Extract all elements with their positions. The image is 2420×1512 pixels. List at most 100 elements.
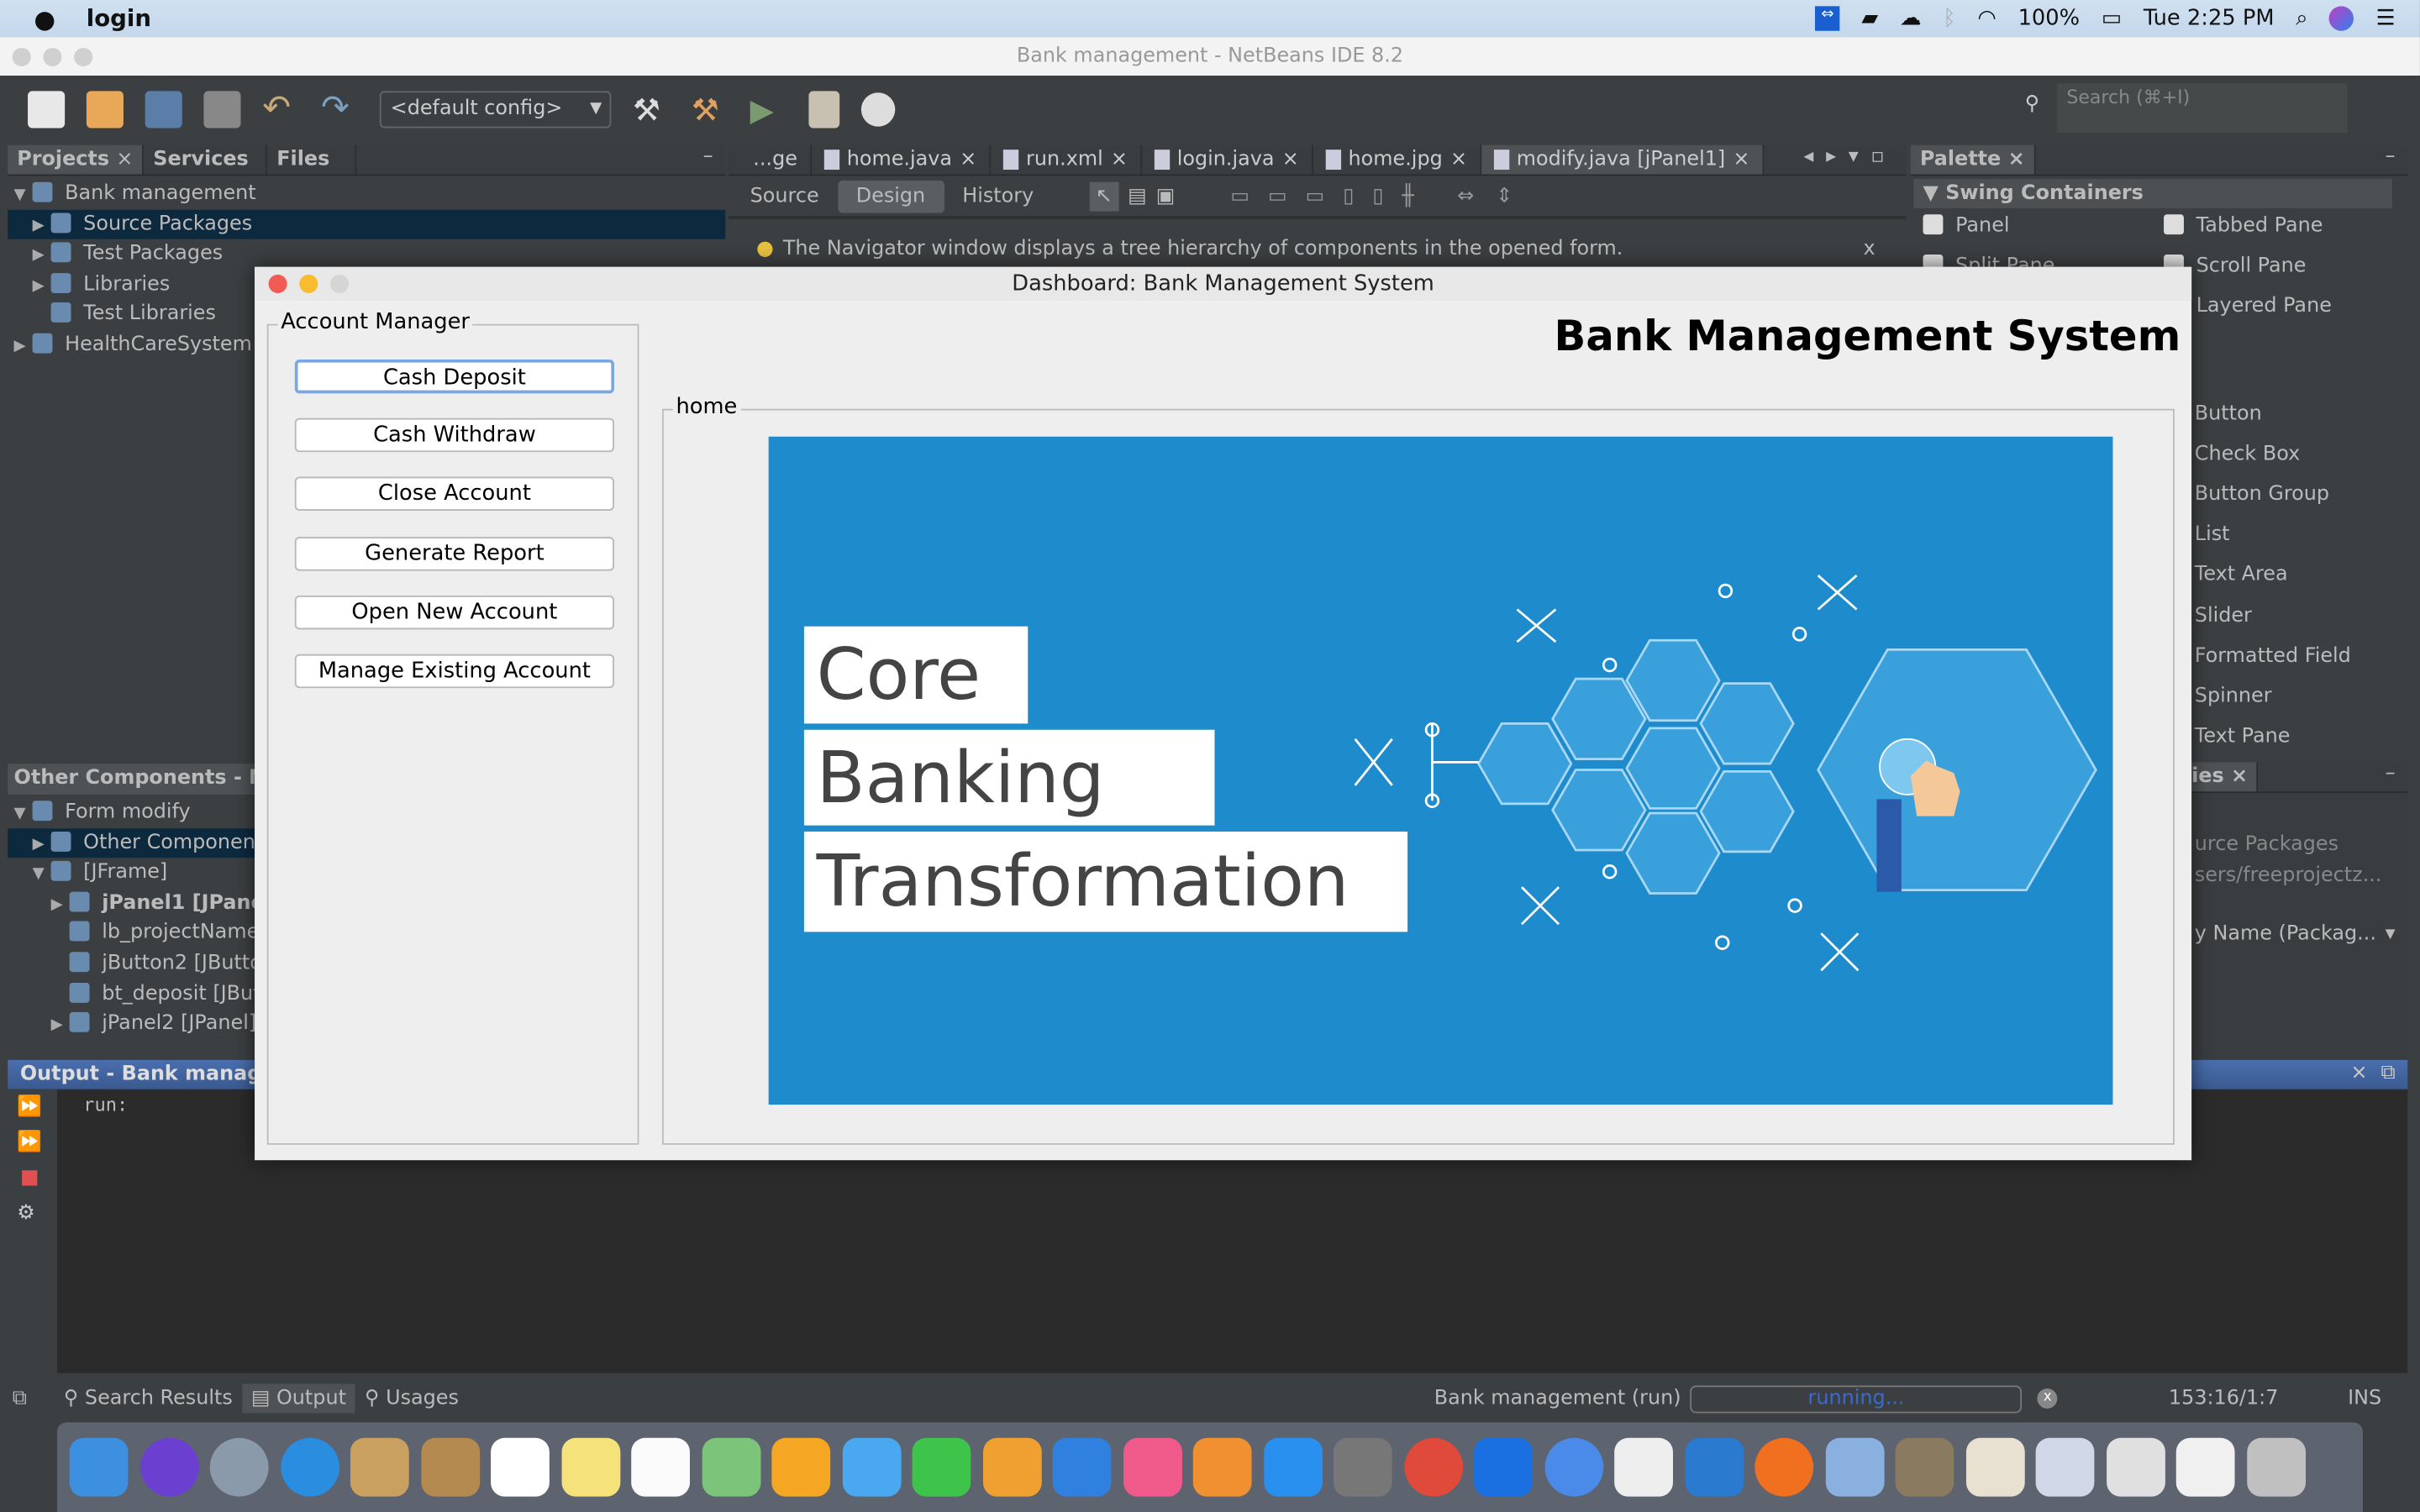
stop-icon[interactable]: ■ bbox=[8, 1160, 57, 1195]
dock-app-system-preferences[interactable] bbox=[1333, 1437, 1392, 1497]
tree-item[interactable]: ▶ Source Packages bbox=[8, 209, 726, 241]
notification-center-icon[interactable]: ☰ bbox=[2375, 6, 2395, 30]
cloud-upload-icon[interactable]: ☁ bbox=[1900, 6, 1922, 30]
clean-build-icon[interactable]: ⚒ bbox=[692, 91, 729, 128]
manage-existing-account-button[interactable]: Manage Existing Account bbox=[294, 654, 615, 689]
minimize-window-button[interactable] bbox=[43, 47, 62, 66]
dock-app-chromium[interactable] bbox=[1544, 1437, 1603, 1497]
battery-percent[interactable]: 100% bbox=[2018, 6, 2081, 30]
dock-app-facetime[interactable] bbox=[912, 1437, 971, 1497]
dock-app-chrome[interactable] bbox=[1403, 1437, 1463, 1497]
expand-arrow-icon[interactable]: ▶ bbox=[51, 890, 70, 920]
spotlight-icon[interactable]: ⌕ bbox=[2296, 6, 2307, 30]
open-project-icon[interactable] bbox=[145, 91, 182, 129]
apple-icon[interactable]: ● bbox=[34, 4, 55, 34]
tab-services[interactable]: Services bbox=[144, 144, 268, 175]
rerun-icon[interactable]: ⏩ bbox=[8, 1089, 57, 1125]
dock-app-gimp[interactable] bbox=[1895, 1437, 1954, 1497]
palette-item[interactable]: Text Area bbox=[2195, 564, 2288, 587]
dock-app-documents[interactable] bbox=[2175, 1437, 2235, 1497]
dock-app-contacts[interactable] bbox=[420, 1437, 480, 1497]
preview-icon[interactable]: ▣ bbox=[1156, 184, 1176, 207]
tab-output[interactable]: ▤ Output bbox=[241, 1383, 355, 1414]
palette-item[interactable]: Text Pane bbox=[2195, 725, 2291, 748]
rerun-with-params-icon[interactable]: ⏩ bbox=[8, 1125, 57, 1160]
editor-tab[interactable]: ...ge bbox=[741, 144, 812, 175]
dock-app-siri[interactable] bbox=[139, 1437, 199, 1497]
property-row[interactable]: sers/freeprojectz... bbox=[2195, 861, 2407, 892]
tab-search-results[interactable]: ⚲ Search Results bbox=[55, 1384, 242, 1414]
palette-item[interactable]: Panel bbox=[1923, 214, 2010, 238]
close-icon[interactable]: × bbox=[1282, 144, 1299, 176]
zoom-window-button[interactable] bbox=[74, 47, 93, 66]
dock-app-textedit[interactable] bbox=[1614, 1437, 1673, 1497]
tab-nav-icons[interactable]: ◂▸▾▫ bbox=[1803, 145, 1906, 175]
dock-app-maps[interactable] bbox=[701, 1437, 760, 1497]
tab-properties[interactable]: ies × bbox=[2182, 762, 2259, 792]
close-icon[interactable]: × bbox=[116, 148, 133, 171]
view-history[interactable]: History bbox=[953, 180, 1043, 213]
dock-app-launchpad[interactable] bbox=[209, 1437, 269, 1497]
close-icon[interactable]: × bbox=[960, 144, 976, 176]
minimize-window-button[interactable] bbox=[299, 274, 318, 293]
dock-app-mail[interactable] bbox=[350, 1437, 409, 1497]
palette-item[interactable]: Button bbox=[2195, 402, 2262, 426]
dock-app-photos[interactable] bbox=[771, 1437, 831, 1497]
editor-tab[interactable]: login.java × bbox=[1141, 144, 1313, 176]
teamviewer-icon[interactable]: ⇔ bbox=[1815, 6, 1840, 31]
palette-item[interactable]: Check Box bbox=[2195, 443, 2300, 466]
tree-item[interactable]: ▼ Bank management bbox=[8, 179, 725, 209]
minimize-icon[interactable]: – bbox=[2386, 762, 2408, 791]
dock-app-finder[interactable] bbox=[69, 1437, 129, 1497]
dock-app-reminders[interactable] bbox=[631, 1437, 691, 1497]
settings-icon[interactable]: ⚙ bbox=[8, 1195, 57, 1231]
editor-tab[interactable]: home.jpg × bbox=[1313, 144, 1481, 176]
siri-icon[interactable] bbox=[2329, 6, 2354, 31]
close-window-button[interactable] bbox=[12, 47, 31, 66]
open-new-account-button[interactable]: Open New Account bbox=[294, 595, 615, 630]
generate-report-button[interactable]: Generate Report bbox=[294, 536, 615, 570]
dock-app-messages[interactable] bbox=[841, 1437, 901, 1497]
close-hint-icon[interactable]: x bbox=[1863, 238, 1906, 261]
expand-arrow-icon[interactable]: ▶ bbox=[33, 211, 51, 241]
tab-usages[interactable]: ⚲ Usages bbox=[355, 1384, 468, 1414]
restore-icon[interactable]: ⧉ bbox=[13, 1387, 27, 1410]
palette-item[interactable]: Slider bbox=[2195, 604, 2252, 627]
search-input[interactable]: Search (⌘+I) bbox=[2057, 83, 2348, 133]
dock-app-virtualbox[interactable] bbox=[1824, 1437, 1884, 1497]
editor-tab[interactable]: modify.java [jPanel1] × bbox=[1481, 144, 1764, 175]
dock-app-itunes[interactable] bbox=[1123, 1437, 1181, 1497]
palette-item[interactable]: Button Group bbox=[2195, 483, 2329, 507]
dock-app-keynote[interactable] bbox=[1052, 1437, 1112, 1497]
align-icons[interactable]: ▭▭▭▯▯╫ bbox=[1230, 184, 1433, 207]
cash-withdraw-button[interactable]: Cash Withdraw bbox=[294, 418, 615, 453]
progress-bar[interactable]: running... bbox=[1690, 1384, 2023, 1413]
run-icon[interactable]: ▶ bbox=[750, 91, 787, 128]
debug-icon[interactable] bbox=[808, 91, 840, 129]
dock-app-safari[interactable] bbox=[280, 1437, 339, 1497]
expand-arrow-icon[interactable]: ▼ bbox=[14, 181, 33, 211]
cancel-task-icon[interactable]: x bbox=[2037, 1389, 2058, 1409]
dock-app-pages[interactable] bbox=[982, 1437, 1041, 1497]
close-icon[interactable]: × bbox=[1450, 144, 1467, 176]
tab-palette[interactable]: Palette × bbox=[1910, 144, 2036, 175]
cash-deposit-button[interactable]: Cash Deposit bbox=[294, 359, 615, 394]
dock-app-firefox[interactable] bbox=[1754, 1437, 1814, 1497]
new-project-icon[interactable] bbox=[86, 91, 124, 129]
palette-item[interactable]: List bbox=[2195, 523, 2230, 547]
selection-mode-icon[interactable]: ↖ bbox=[1089, 181, 1119, 211]
clock[interactable]: Tue 2:25 PM bbox=[2144, 6, 2275, 30]
view-design[interactable]: Design bbox=[837, 179, 944, 213]
property-row[interactable]: urce Packages bbox=[2195, 830, 2407, 861]
palette-section-header[interactable]: ▼ Swing Containers bbox=[1913, 179, 2392, 208]
close-account-button[interactable]: Close Account bbox=[294, 477, 615, 512]
new-file-icon[interactable] bbox=[28, 91, 66, 129]
undo-icon[interactable]: ↶ bbox=[262, 90, 299, 128]
minimize-icon[interactable]: – bbox=[2386, 145, 2408, 175]
expand-arrow-icon[interactable]: ▶ bbox=[14, 332, 33, 362]
connection-mode-icon[interactable]: ▤ bbox=[1128, 184, 1147, 207]
close-output-icon[interactable]: × bbox=[2350, 1062, 2367, 1085]
expand-arrow-icon[interactable]: ▶ bbox=[33, 271, 51, 302]
profile-icon[interactable] bbox=[860, 92, 896, 127]
docker-icon[interactable]: ▰ bbox=[1861, 6, 1878, 30]
